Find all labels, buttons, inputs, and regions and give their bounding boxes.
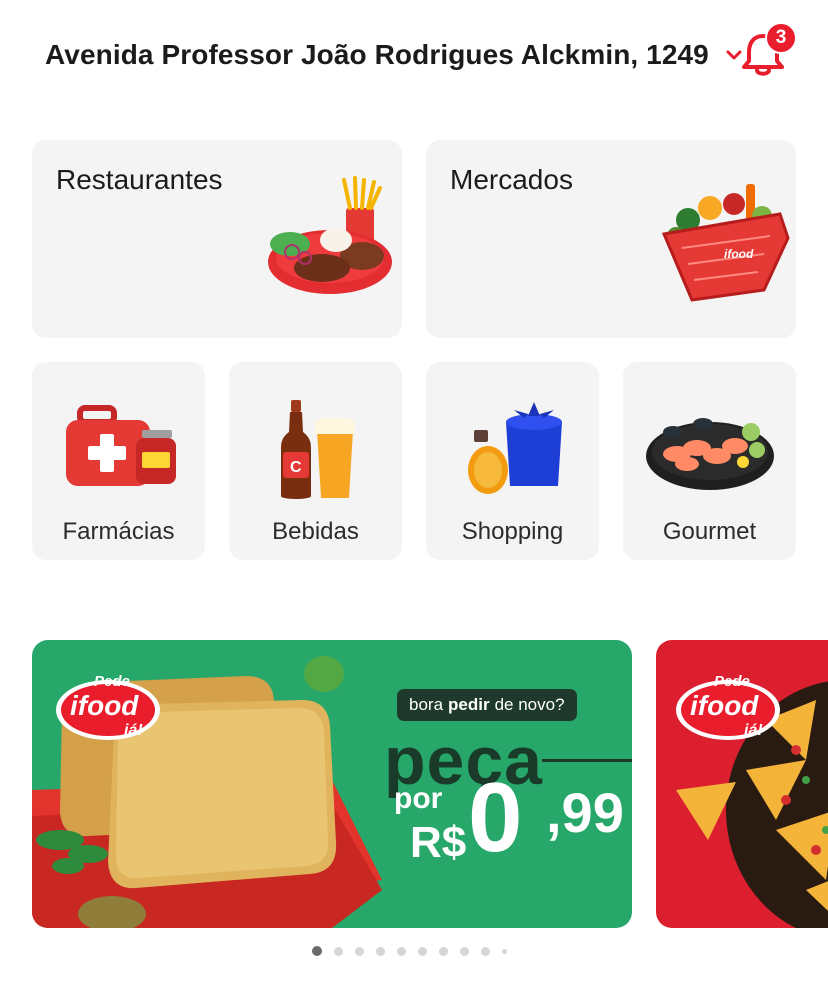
seafood-plate-icon <box>646 418 774 490</box>
carousel-indicator <box>312 946 507 956</box>
category-label: Restaurantes <box>56 164 223 195</box>
carousel-dot[interactable] <box>460 946 469 956</box>
category-card-farmacias[interactable]: Farmácias <box>32 362 205 560</box>
pede-ifood-ja-logo: Pede ifood já! <box>674 670 784 746</box>
delivery-address: Avenida Professor João Rodrigues Alckmin… <box>45 39 709 70</box>
carousel-dot[interactable] <box>355 946 364 956</box>
category-label: Bebidas <box>272 518 359 545</box>
promo-price-integer: 0 <box>468 762 523 872</box>
restaurant-plate-icon <box>268 176 392 294</box>
promo-banner-next[interactable]: Pede ifood já! <box>656 640 828 928</box>
svg-text:C: C <box>290 459 302 476</box>
beer-bottle-icon: C <box>281 400 355 499</box>
category-label: Gourmet <box>662 518 757 545</box>
category-label: Farmácias <box>62 518 175 545</box>
carousel-dot[interactable] <box>481 946 490 956</box>
carousel-dot-active[interactable] <box>312 946 322 956</box>
category-card-mercados[interactable]: Mercados ifood <box>426 140 796 338</box>
category-label: Mercados <box>450 164 573 195</box>
first-aid-kit-icon <box>66 405 176 486</box>
address-selector[interactable]: Avenida Professor João Rodrigues Alckmin… <box>45 30 743 80</box>
promo-por-text: por <box>394 782 443 815</box>
carousel-dot[interactable] <box>334 946 343 956</box>
carousel-dot[interactable] <box>502 948 507 954</box>
category-card-shopping[interactable]: Shopping <box>426 362 599 560</box>
gift-box-icon <box>468 402 562 494</box>
notifications-button[interactable]: 3 <box>740 22 797 78</box>
category-card-bebidas[interactable]: C Bebidas <box>229 362 402 560</box>
promo-currency: R$ <box>410 818 467 867</box>
category-label: Shopping <box>461 518 564 545</box>
svg-text:ifood: ifood <box>724 247 754 261</box>
category-card-gourmet[interactable]: Gourmet <box>623 362 796 560</box>
grocery-basket-icon: ifood <box>661 184 790 302</box>
promo-tagline-pill: bora pedir de novo? <box>397 689 577 721</box>
pede-ifood-ja-logo: Pede ifood já! <box>54 670 164 746</box>
carousel-dot[interactable] <box>376 946 385 956</box>
carousel-dot[interactable] <box>439 946 448 956</box>
notification-count-badge: 3 <box>765 22 797 54</box>
promo-price-cents: ,99 <box>546 781 624 844</box>
carousel-dot[interactable] <box>397 946 406 956</box>
carousel-dot[interactable] <box>418 946 427 956</box>
promo-banner[interactable]: Pede ifood já! bora pedir de novo? peça po… <box>32 640 632 928</box>
category-card-restaurantes[interactable]: Restaurantes <box>32 140 402 338</box>
promo-divider <box>542 759 632 762</box>
